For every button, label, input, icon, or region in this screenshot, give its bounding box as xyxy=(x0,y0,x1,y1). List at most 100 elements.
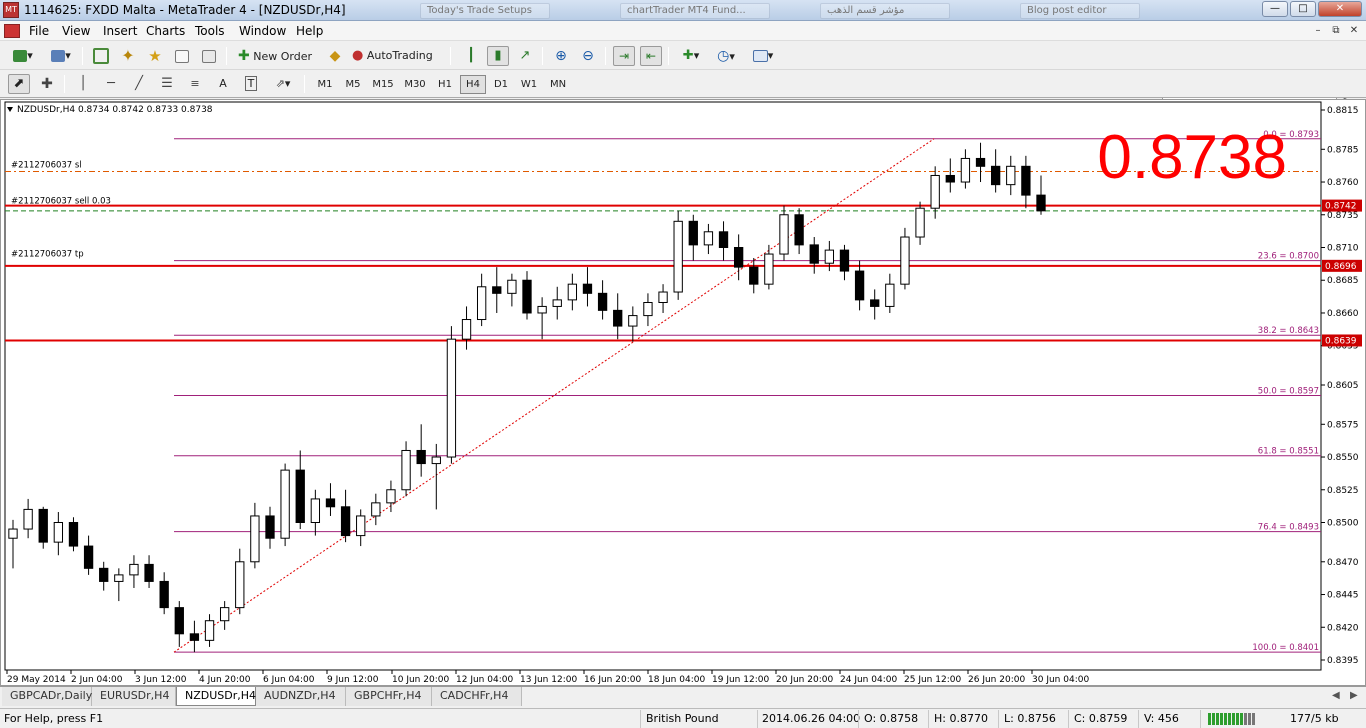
tab-scroll-left-icon[interactable]: ◀ xyxy=(1332,690,1340,701)
candle-body xyxy=(885,283,895,307)
menu-tools[interactable]: Tools xyxy=(195,24,225,38)
timeframe-h4-button[interactable]: H4 xyxy=(460,75,486,94)
menu-view[interactable]: View xyxy=(62,24,90,38)
equidistant-channel-button[interactable]: ☰ xyxy=(156,74,178,94)
mt4-logo-icon: MT xyxy=(3,2,19,18)
y-tick-label: 0.8735 xyxy=(1327,211,1359,221)
connection-bar xyxy=(1244,713,1247,725)
candle-body xyxy=(159,580,169,609)
timeframe-d1-button[interactable]: D1 xyxy=(488,75,514,94)
mdi-restore-button[interactable]: ⧉ xyxy=(1328,24,1344,38)
crosshair-icon: ✚ xyxy=(41,76,53,92)
trendline-button[interactable]: ╱ xyxy=(128,74,150,94)
indicators-button[interactable]: ✚▾ xyxy=(676,46,706,66)
chart-tab[interactable]: CADCHFr,H4 xyxy=(432,687,522,706)
line-chart-button[interactable]: ↗ xyxy=(514,46,536,66)
status-divider xyxy=(998,710,999,728)
new-order-button[interactable]: ✚ New Order xyxy=(235,46,321,66)
candle-body xyxy=(522,279,532,314)
vertical-line-button[interactable]: │ xyxy=(72,74,94,94)
candle-body xyxy=(386,489,396,504)
autoscroll-button[interactable]: ⇥ xyxy=(613,46,635,66)
crosshair-target-icon: ✦ xyxy=(121,46,135,65)
menu-charts[interactable]: Charts xyxy=(146,24,185,38)
fibonacci-button[interactable]: ≡ xyxy=(184,74,206,94)
tab-scroll-right-icon[interactable]: ▶ xyxy=(1350,690,1358,701)
candlestick-icon: ▮ xyxy=(494,48,502,63)
template-icon xyxy=(752,50,768,62)
candle-body xyxy=(265,515,275,539)
text-button[interactable]: A xyxy=(212,74,234,94)
maximize-button[interactable]: □ xyxy=(1290,1,1316,17)
timeframe-m1-button[interactable]: M1 xyxy=(312,75,338,94)
menu-window[interactable]: Window xyxy=(239,24,286,38)
timeframe-m30-button[interactable]: M30 xyxy=(400,75,430,94)
timeframe-m5-button[interactable]: M5 xyxy=(340,75,366,94)
strategy-tester-button[interactable] xyxy=(198,46,220,66)
terminal-button[interactable] xyxy=(171,46,193,66)
candle-body xyxy=(356,515,366,537)
price-chart[interactable]: NZDUSDr,H4 0.8734 0.8742 0.8733 0.8738 0.… xyxy=(1,100,1365,685)
bar-chart-icon: ┃ xyxy=(467,48,475,63)
autotrading-button[interactable]: ● AutoTrading xyxy=(349,46,443,66)
toolbar-separator xyxy=(304,75,305,93)
candle-body xyxy=(446,338,457,458)
fibonacci-level-label: 50.0 = 0.8597 xyxy=(1258,386,1319,396)
chart-tab[interactable]: EURUSDr,H4 xyxy=(92,687,176,706)
chart-tab[interactable]: GBPCADr,Daily xyxy=(2,687,92,706)
toolbar-separator xyxy=(450,47,451,65)
candle-body xyxy=(552,299,562,307)
timeframe-w1-button[interactable]: W1 xyxy=(516,75,542,94)
status-divider xyxy=(1138,710,1139,728)
metaeditor-button[interactable]: ◆ xyxy=(325,46,345,66)
autotrading-label: AutoTrading xyxy=(366,49,433,62)
market-watch-button[interactable] xyxy=(90,46,112,66)
zoom-in-button[interactable]: ⊕ xyxy=(550,46,572,66)
templates-button[interactable]: ▾ xyxy=(746,46,780,66)
minimize-button[interactable]: — xyxy=(1262,1,1288,17)
horizontal-line-button[interactable]: ─ xyxy=(100,74,122,94)
crosshair-button[interactable]: ✚ xyxy=(36,74,58,94)
profile-name[interactable]: British Pound xyxy=(646,712,719,725)
navigator-button[interactable]: ★ xyxy=(144,46,166,66)
zoom-out-icon: ⊖ xyxy=(582,48,594,64)
x-tick-label: 9 Jun 12:00 xyxy=(327,675,379,685)
chart-window-icon[interactable] xyxy=(4,24,20,38)
window-title: 1114625: FXDD Malta - MetaTrader 4 - [NZ… xyxy=(24,3,346,17)
x-tick-label: 4 Jun 20:00 xyxy=(199,675,251,685)
new-order-label: New Order xyxy=(253,50,312,63)
status-divider xyxy=(928,710,929,728)
cursor-button[interactable]: ⬈ xyxy=(8,74,30,94)
status-divider xyxy=(640,710,641,728)
timeframe-h1-button[interactable]: H1 xyxy=(432,75,458,94)
arrows-button[interactable]: ⇗▾ xyxy=(268,74,298,94)
chart-tab[interactable]: GBPCHFr,H4 xyxy=(346,687,432,706)
chart-tab[interactable]: NZDUSDr,H4 xyxy=(176,687,256,706)
chart-shift-button[interactable]: ⇤ xyxy=(640,46,662,66)
candlestick-button[interactable]: ▮ xyxy=(487,46,509,66)
new-chart-button[interactable]: ▾ xyxy=(6,46,40,66)
profiles-button[interactable]: ▾ xyxy=(46,46,76,66)
menu-help[interactable]: Help xyxy=(296,24,323,38)
menu-file[interactable]: File xyxy=(29,24,49,38)
mdi-minimize-button[interactable]: – xyxy=(1310,24,1326,38)
menu-insert[interactable]: Insert xyxy=(103,24,137,38)
zoom-out-button[interactable]: ⊖ xyxy=(577,46,599,66)
periods-button[interactable]: ◷▾ xyxy=(710,46,742,66)
connection-bar xyxy=(1252,713,1255,725)
candle-body xyxy=(219,607,230,622)
timeframe-m15-button[interactable]: M15 xyxy=(368,75,398,94)
close-button[interactable]: ✕ xyxy=(1318,1,1362,17)
menu-bar: File View Insert Charts Tools Window Hel… xyxy=(0,21,1366,41)
timeframe-mn-button[interactable]: MN xyxy=(544,75,572,94)
connection-status-icon[interactable] xyxy=(1208,713,1260,725)
mdi-close-button[interactable]: ✕ xyxy=(1346,24,1362,38)
new-order-icon: ✚ xyxy=(238,48,250,64)
data-window-button[interactable]: ✦ xyxy=(117,46,139,66)
text-label-button[interactable]: T xyxy=(240,74,262,94)
chart-window[interactable]: NZDUSDr,H4 0.8734 0.8742 0.8733 0.8738 0.… xyxy=(0,99,1366,686)
bar-chart-button[interactable]: ┃ xyxy=(460,46,482,66)
candle-body xyxy=(839,249,850,272)
order-label: #2112706037 sl xyxy=(11,161,82,171)
chart-tab[interactable]: AUDNZDr,H4 xyxy=(256,687,346,706)
